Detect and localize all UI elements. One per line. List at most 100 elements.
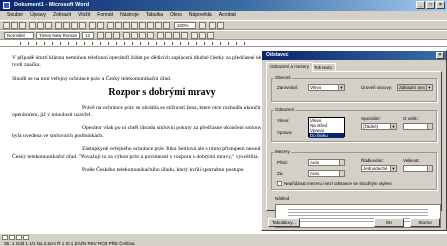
hyperlink-icon[interactable] (107, 22, 114, 29)
insert-table-icon[interactable] (123, 22, 130, 29)
radkovani-select[interactable]: Jednoduché ▼ (361, 165, 397, 172)
window-controls: _ □ × (416, 1, 445, 9)
storno-button[interactable]: Storno (410, 218, 440, 227)
ok-button[interactable]: OK (374, 218, 404, 227)
tab-tok-textu[interactable]: Tok textu (310, 63, 337, 71)
print-preview-icon[interactable] (37, 22, 44, 29)
menu-soubor[interactable]: Soubor (7, 11, 23, 20)
highlight-icon[interactable] (199, 32, 206, 39)
drawing-icon[interactable] (147, 22, 154, 29)
increase-indent-icon[interactable] (181, 32, 188, 39)
paste-icon[interactable] (71, 22, 78, 29)
tab-panel: Obecné Zarovnání: Vlevo ▼ Úroveň osnovy: … (266, 71, 442, 228)
chevron-down-icon[interactable]: ▼ (390, 166, 396, 171)
close-window-button[interactable]: × (436, 1, 445, 9)
italic-icon[interactable] (105, 32, 112, 39)
open-icon[interactable] (11, 22, 18, 29)
chevron-down-icon[interactable]: ▼ (426, 85, 432, 90)
menu-zobrazit[interactable]: Zobrazit (53, 11, 71, 20)
menu-vlozit[interactable]: Vložit (78, 11, 90, 20)
font-size-select[interactable]: 12 (82, 32, 94, 39)
velikost-label: Velikost: (403, 158, 420, 163)
redo-icon[interactable] (97, 22, 104, 29)
group-obecne-label: Obecné (274, 75, 292, 80)
normal-view-icon[interactable] (2, 235, 8, 240)
chevron-down-icon[interactable]: ▼ (390, 124, 396, 129)
numbering-icon[interactable] (157, 32, 164, 39)
spinner-icon[interactable] (427, 124, 432, 129)
spinner-icon[interactable] (339, 171, 344, 176)
maximize-button[interactable]: □ (426, 1, 435, 9)
title-bar: Dokument1 - Microsoft Word _ □ × (0, 0, 447, 11)
tab-odsazeni-a-mezery[interactable]: Odsazení a mezery (266, 62, 314, 72)
cut-icon[interactable] (55, 22, 62, 29)
zoom-select[interactable]: 100% (174, 22, 196, 29)
group-nahled-label: Náhled (274, 196, 291, 201)
columns-icon[interactable] (139, 22, 146, 29)
dropdown-option-selected[interactable]: Do bloku (309, 133, 344, 138)
underline-icon[interactable] (113, 32, 120, 39)
style-select[interactable]: Normální (4, 32, 34, 39)
outline-view-icon[interactable] (23, 235, 29, 240)
horizontal-ruler[interactable] (0, 40, 447, 47)
zarovnani-dropdown-list: Vlevo Na střed Vpravo Do bloku (308, 117, 345, 138)
velikost-input[interactable] (403, 165, 433, 172)
save-icon[interactable] (19, 22, 26, 29)
align-left-icon[interactable] (123, 32, 130, 39)
formatting-toolbar: Normální Times New Roman 12 (0, 30, 447, 40)
format-painter-icon[interactable] (79, 22, 86, 29)
dialog-close-button[interactable]: × (436, 52, 444, 59)
show-hide-icon[interactable] (163, 22, 170, 29)
specialni-select[interactable]: (žádné) ▼ (361, 123, 397, 130)
za-input[interactable]: Auto (308, 170, 345, 177)
menu-napoveda[interactable]: Nápověda (189, 11, 212, 20)
acrobat-mail-icon[interactable] (217, 22, 224, 29)
menu-format[interactable]: Formát (97, 11, 113, 20)
acrobat-pdf-icon[interactable] (209, 22, 216, 29)
menu-okno[interactable]: Okno (170, 11, 182, 20)
font-select[interactable]: Times New Roman (36, 32, 80, 39)
zarovnani-select[interactable]: Vlevo ▼ (308, 84, 345, 91)
group-odsazeni-label: Odsazení (274, 107, 296, 112)
dialog-title-text: Odstavec (266, 52, 289, 58)
o-velikost-input[interactable] (403, 123, 433, 130)
tables-icon[interactable] (115, 22, 122, 29)
spinner-icon[interactable] (427, 166, 432, 171)
menu-acrobat[interactable]: Acrobat (219, 11, 236, 20)
menu-tabulka[interactable]: Tabulka (146, 11, 163, 20)
word-app-icon (3, 2, 10, 9)
copy-icon[interactable] (63, 22, 70, 29)
spelling-icon[interactable] (45, 22, 52, 29)
print-icon[interactable] (29, 22, 36, 29)
no-space-checkbox[interactable] (277, 181, 282, 186)
za-label: Za: (277, 171, 284, 176)
preview-lines (288, 209, 428, 223)
menu-upravy[interactable]: Úpravy (30, 11, 46, 20)
bold-icon[interactable] (97, 32, 104, 39)
print-layout-icon[interactable] (16, 235, 22, 240)
align-right-icon[interactable] (139, 32, 146, 39)
spinner-icon[interactable] (339, 160, 344, 165)
help-icon[interactable] (199, 22, 206, 29)
minimize-button[interactable]: _ (416, 1, 425, 9)
undo-icon[interactable] (89, 22, 96, 29)
no-space-checkbox-label: Nepřidávat mezeru mezi odstavce se shodn… (284, 181, 392, 186)
menu-nastroje[interactable]: Nástroje (120, 11, 139, 20)
excel-icon[interactable] (131, 22, 138, 29)
chevron-down-icon[interactable]: ▼ (338, 85, 344, 90)
specialni-label: Speciální: (361, 116, 381, 121)
decrease-indent-icon[interactable] (173, 32, 180, 39)
pred-input[interactable]: Auto (308, 159, 345, 166)
word-window: Dokument1 - Microsoft Word _ □ × Soubor … (0, 0, 447, 246)
font-color-icon[interactable] (207, 32, 214, 39)
web-view-icon[interactable] (9, 235, 15, 240)
dialog-title: Odstavec × (262, 51, 446, 60)
document-map-icon[interactable] (155, 22, 162, 29)
align-center-icon[interactable] (131, 32, 138, 39)
uroven-osnovy-select[interactable]: Základní text ▼ (397, 84, 433, 91)
border-icon[interactable] (191, 32, 198, 39)
tabulatory-button[interactable]: Tabulátory... (268, 218, 300, 227)
bullets-icon[interactable] (165, 32, 172, 39)
new-document-icon[interactable] (3, 22, 10, 29)
justify-icon[interactable] (147, 32, 154, 39)
